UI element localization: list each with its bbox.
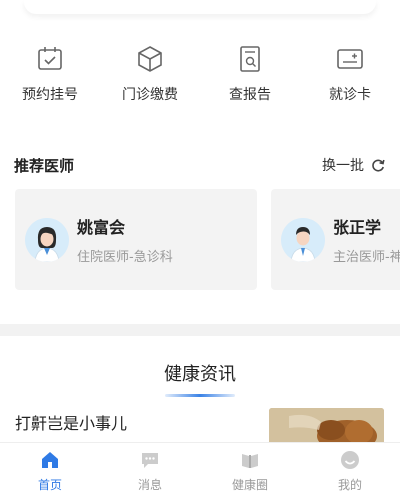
cube-icon [138, 46, 162, 72]
medical-card-button[interactable]: 就诊卡 [310, 44, 390, 114]
tab-label: 首页 [37, 478, 62, 492]
calendar-check-icon [38, 47, 62, 70]
home-icon [42, 452, 58, 468]
health-circle-icon [242, 454, 258, 468]
outpatient-payment-button[interactable]: 门诊缴费 [110, 44, 190, 114]
profile-icon [341, 451, 359, 469]
tab-label: 健康圈 [231, 478, 268, 492]
title-underline [165, 394, 235, 397]
refresh-label: 换一批 [322, 158, 364, 174]
tab-health-circle[interactable]: 健康圈 [210, 450, 290, 493]
health-news-header: 健康资讯 [0, 360, 400, 397]
appointment-button[interactable]: 预约挂号 [10, 44, 90, 114]
tab-label: 消息 [137, 478, 162, 492]
health-news-title: 健康资讯 [164, 364, 236, 385]
doctor-title: 主治医师-神 [333, 250, 400, 265]
card-icon [337, 49, 363, 69]
doctor-carousel[interactable]: 姚富会 住院医师-急诊科 张正学 主治医师-神 [15, 189, 400, 290]
doctor-title: 住院医师-急诊科 [77, 250, 173, 265]
refresh-button[interactable]: 换一批 [322, 155, 386, 175]
quick-actions: 预约挂号 门诊缴费 查报告 就诊卡 [0, 44, 400, 114]
refresh-icon [372, 159, 385, 172]
doctor-card[interactable]: 姚富会 住院医师-急诊科 [15, 189, 257, 290]
recommended-doctors-header: 推荐医师 换一批 [14, 154, 386, 176]
female-doctor-avatar-icon [25, 217, 69, 262]
outpatient-payment-label: 门诊缴费 [122, 87, 178, 103]
tab-home[interactable]: 首页 [10, 450, 90, 493]
doctor-name: 张正学 [333, 218, 382, 237]
tab-label: 我的 [337, 478, 362, 492]
medical-card-label: 就诊卡 [329, 87, 371, 103]
article-title[interactable]: 打鼾岂是小事儿 [15, 410, 127, 434]
message-icon [142, 453, 158, 468]
tab-messages[interactable]: 消息 [110, 450, 190, 493]
avatar [25, 217, 69, 262]
tab-profile[interactable]: 我的 [310, 450, 390, 493]
doctor-card[interactable]: 张正学 主治医师-神 [271, 189, 400, 290]
check-report-button[interactable]: 查报告 [210, 44, 290, 114]
appointment-label: 预约挂号 [22, 87, 78, 103]
report-search-icon [240, 46, 260, 72]
section-title: 推荐医师 [14, 156, 75, 175]
male-doctor-avatar-icon [281, 217, 325, 262]
bottom-tab-bar: 首页 消息 健康圈 我的 [0, 442, 400, 500]
avatar [281, 217, 325, 262]
top-card-edge [24, 0, 376, 14]
doctor-name: 姚富会 [77, 218, 126, 237]
check-report-label: 查报告 [229, 87, 271, 103]
section-divider [0, 324, 400, 336]
